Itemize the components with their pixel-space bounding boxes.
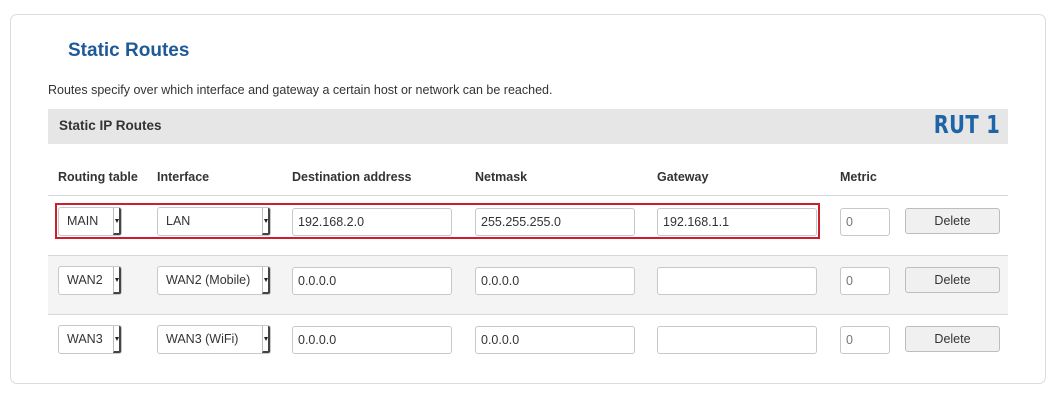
interface-select[interactable]: WAN3 (WiFi) xyxy=(157,325,271,354)
caret-down-icon xyxy=(262,267,270,294)
metric-input[interactable] xyxy=(840,267,890,295)
interface-select[interactable]: WAN2 (Mobile) xyxy=(157,266,271,295)
column-header-gateway: Gateway xyxy=(657,170,709,184)
page-title: Static Routes xyxy=(68,40,190,61)
metric-input[interactable] xyxy=(840,208,890,236)
destination-input[interactable] xyxy=(292,326,452,354)
section-header: Static IP Routes RUT 1 xyxy=(48,109,1008,144)
netmask-input[interactable] xyxy=(475,326,635,354)
highlight-box xyxy=(55,203,820,239)
gateway-input[interactable] xyxy=(657,326,817,354)
page-description: Routes specify over which interface and … xyxy=(48,83,553,97)
metric-input[interactable] xyxy=(840,326,890,354)
caret-down-icon xyxy=(113,326,121,353)
column-header-netmask: Netmask xyxy=(475,170,528,184)
delete-button[interactable]: Delete xyxy=(905,267,1000,293)
column-header-metric: Metric xyxy=(840,170,877,184)
caret-down-icon xyxy=(262,326,270,353)
delete-button[interactable]: Delete xyxy=(905,208,1000,234)
delete-button[interactable]: Delete xyxy=(905,326,1000,352)
destination-input[interactable] xyxy=(292,267,452,295)
caret-down-icon xyxy=(113,267,121,294)
brand-logo: RUT 1 xyxy=(933,110,1000,139)
divider xyxy=(48,314,1008,315)
routing-table-value: WAN3 xyxy=(67,332,103,346)
column-header-destination: Destination address xyxy=(292,170,412,184)
routing-table-value: WAN2 xyxy=(67,273,103,287)
column-header-interface: Interface xyxy=(157,170,210,184)
section-title: Static IP Routes xyxy=(59,118,162,133)
routing-table-select[interactable]: WAN3 xyxy=(58,325,122,354)
gateway-input[interactable] xyxy=(657,267,817,295)
netmask-input[interactable] xyxy=(475,267,635,295)
column-header-routing-table: Routing table xyxy=(58,170,138,184)
interface-value: WAN2 (Mobile) xyxy=(166,273,251,287)
divider xyxy=(48,195,1008,196)
routing-table-select[interactable]: WAN2 xyxy=(58,266,122,295)
interface-value: WAN3 (WiFi) xyxy=(166,332,239,346)
